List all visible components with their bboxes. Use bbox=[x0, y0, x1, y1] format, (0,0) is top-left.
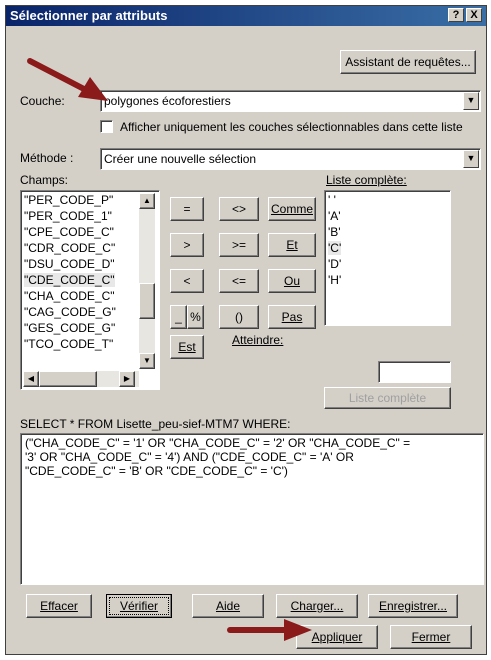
vertical-scrollbar[interactable]: ▲ ▼ bbox=[139, 193, 155, 369]
title-bar[interactable]: Sélectionner par attributs ? X bbox=[6, 6, 486, 26]
list-item[interactable]: "TCO_CODE_T" bbox=[24, 337, 113, 351]
methode-label: Méthode : bbox=[20, 151, 74, 165]
not-equal-button[interactable]: <> bbox=[219, 197, 259, 221]
list-item[interactable]: "CDR_CODE_C" bbox=[24, 241, 115, 255]
scroll-right-icon[interactable]: ▶ bbox=[119, 371, 135, 387]
scroll-left-icon[interactable]: ◀ bbox=[23, 371, 39, 387]
liste-complete-button[interactable]: Liste complète bbox=[324, 387, 451, 409]
methode-value: Créer une nouvelle sélection bbox=[104, 152, 257, 166]
champs-label: Champs: bbox=[20, 173, 69, 187]
pas-button[interactable]: Pas bbox=[268, 305, 316, 329]
couche-select[interactable]: polygones écoforestiers ▼ bbox=[100, 90, 481, 112]
selectable-layers-checkbox[interactable] bbox=[100, 120, 113, 133]
sql-expression-field[interactable]: ("CHA_CODE_C" = '1' OR "CHA_CODE_C" = '2… bbox=[20, 433, 484, 585]
verifier-button[interactable]: Vérifier bbox=[106, 594, 172, 618]
list-item[interactable]: "DSU_CODE_D" bbox=[24, 257, 115, 271]
effacer-button[interactable]: Effacer bbox=[26, 594, 92, 618]
scroll-thumb[interactable] bbox=[139, 283, 155, 319]
dropdown-arrow-icon[interactable]: ▼ bbox=[463, 92, 479, 110]
enregistrer-button[interactable]: Enregistrer... bbox=[368, 594, 458, 618]
help-icon[interactable]: ? bbox=[448, 8, 464, 22]
parentheses-button[interactable]: () bbox=[219, 305, 259, 329]
et-button[interactable]: Et bbox=[268, 233, 316, 257]
list-item-selected[interactable]: 'C' bbox=[328, 241, 342, 255]
list-item[interactable]: "GES_CODE_G" bbox=[24, 321, 115, 335]
scroll-down-icon[interactable]: ▼ bbox=[139, 353, 155, 369]
est-button[interactable]: Est bbox=[170, 335, 204, 359]
scroll-up-icon[interactable]: ▲ bbox=[139, 193, 155, 209]
greater-equal-button[interactable]: >= bbox=[219, 233, 259, 257]
atteindre-input[interactable] bbox=[378, 361, 451, 383]
less-equal-button[interactable]: <= bbox=[219, 269, 259, 293]
sql-text: ("CHA_CODE_C" = '1' OR "CHA_CODE_C" = '2… bbox=[25, 436, 411, 478]
methode-select[interactable]: Créer une nouvelle sélection ▼ bbox=[100, 148, 481, 170]
atteindre-label: Atteindre: bbox=[232, 333, 284, 347]
dropdown-arrow-icon[interactable]: ▼ bbox=[463, 150, 479, 168]
comme-button[interactable]: Comme bbox=[268, 197, 316, 221]
scroll-thumb[interactable] bbox=[39, 371, 97, 387]
list-item[interactable]: ' ' bbox=[328, 193, 336, 207]
couche-value: polygones écoforestiers bbox=[104, 94, 231, 108]
list-item[interactable]: 'D' bbox=[328, 257, 341, 271]
annotation-arrow-icon bbox=[227, 619, 312, 641]
assistant-button[interactable]: Assistant de requêtes... bbox=[340, 50, 476, 74]
list-item[interactable]: 'H' bbox=[328, 273, 341, 287]
list-item[interactable]: 'A' bbox=[328, 209, 341, 223]
close-icon[interactable]: X bbox=[466, 8, 482, 22]
greater-button[interactable]: > bbox=[170, 233, 204, 257]
underscore-button[interactable]: _ bbox=[170, 305, 187, 329]
values-list[interactable]: ' ' 'A' 'B' 'C' 'D' 'H' bbox=[324, 190, 451, 326]
less-button[interactable]: < bbox=[170, 269, 204, 293]
fermer-button[interactable]: Fermer bbox=[390, 625, 472, 649]
list-item[interactable]: 'B' bbox=[328, 225, 341, 239]
list-item[interactable]: "PER_CODE_P" bbox=[24, 193, 113, 207]
ou-button[interactable]: Ou bbox=[268, 269, 316, 293]
liste-label: Liste complète: bbox=[326, 173, 407, 187]
checkbox-label: Afficher uniquement les couches sélectio… bbox=[120, 120, 463, 134]
list-item[interactable]: "CHA_CODE_C" bbox=[24, 289, 115, 303]
list-item[interactable]: "CAG_CODE_G" bbox=[24, 305, 116, 319]
annotation-arrow-icon bbox=[27, 58, 108, 101]
equals-button[interactable]: = bbox=[170, 197, 204, 221]
horizontal-scrollbar[interactable]: ◀ ▶ bbox=[23, 371, 139, 387]
percent-button[interactable]: % bbox=[187, 305, 204, 329]
window-title: Sélectionner par attributs bbox=[10, 8, 168, 23]
sql-header: SELECT * FROM Lisette_peu-sief-MTM7 WHER… bbox=[20, 417, 291, 431]
list-item-selected[interactable]: "CDE_CODE_C" bbox=[24, 273, 115, 287]
champs-list[interactable]: "PER_CODE_P" "PER_CODE_1" "CPE_CODE_C" "… bbox=[20, 190, 160, 390]
list-item[interactable]: "PER_CODE_1" bbox=[24, 209, 112, 223]
list-item[interactable]: "CPE_CODE_C" bbox=[24, 225, 114, 239]
